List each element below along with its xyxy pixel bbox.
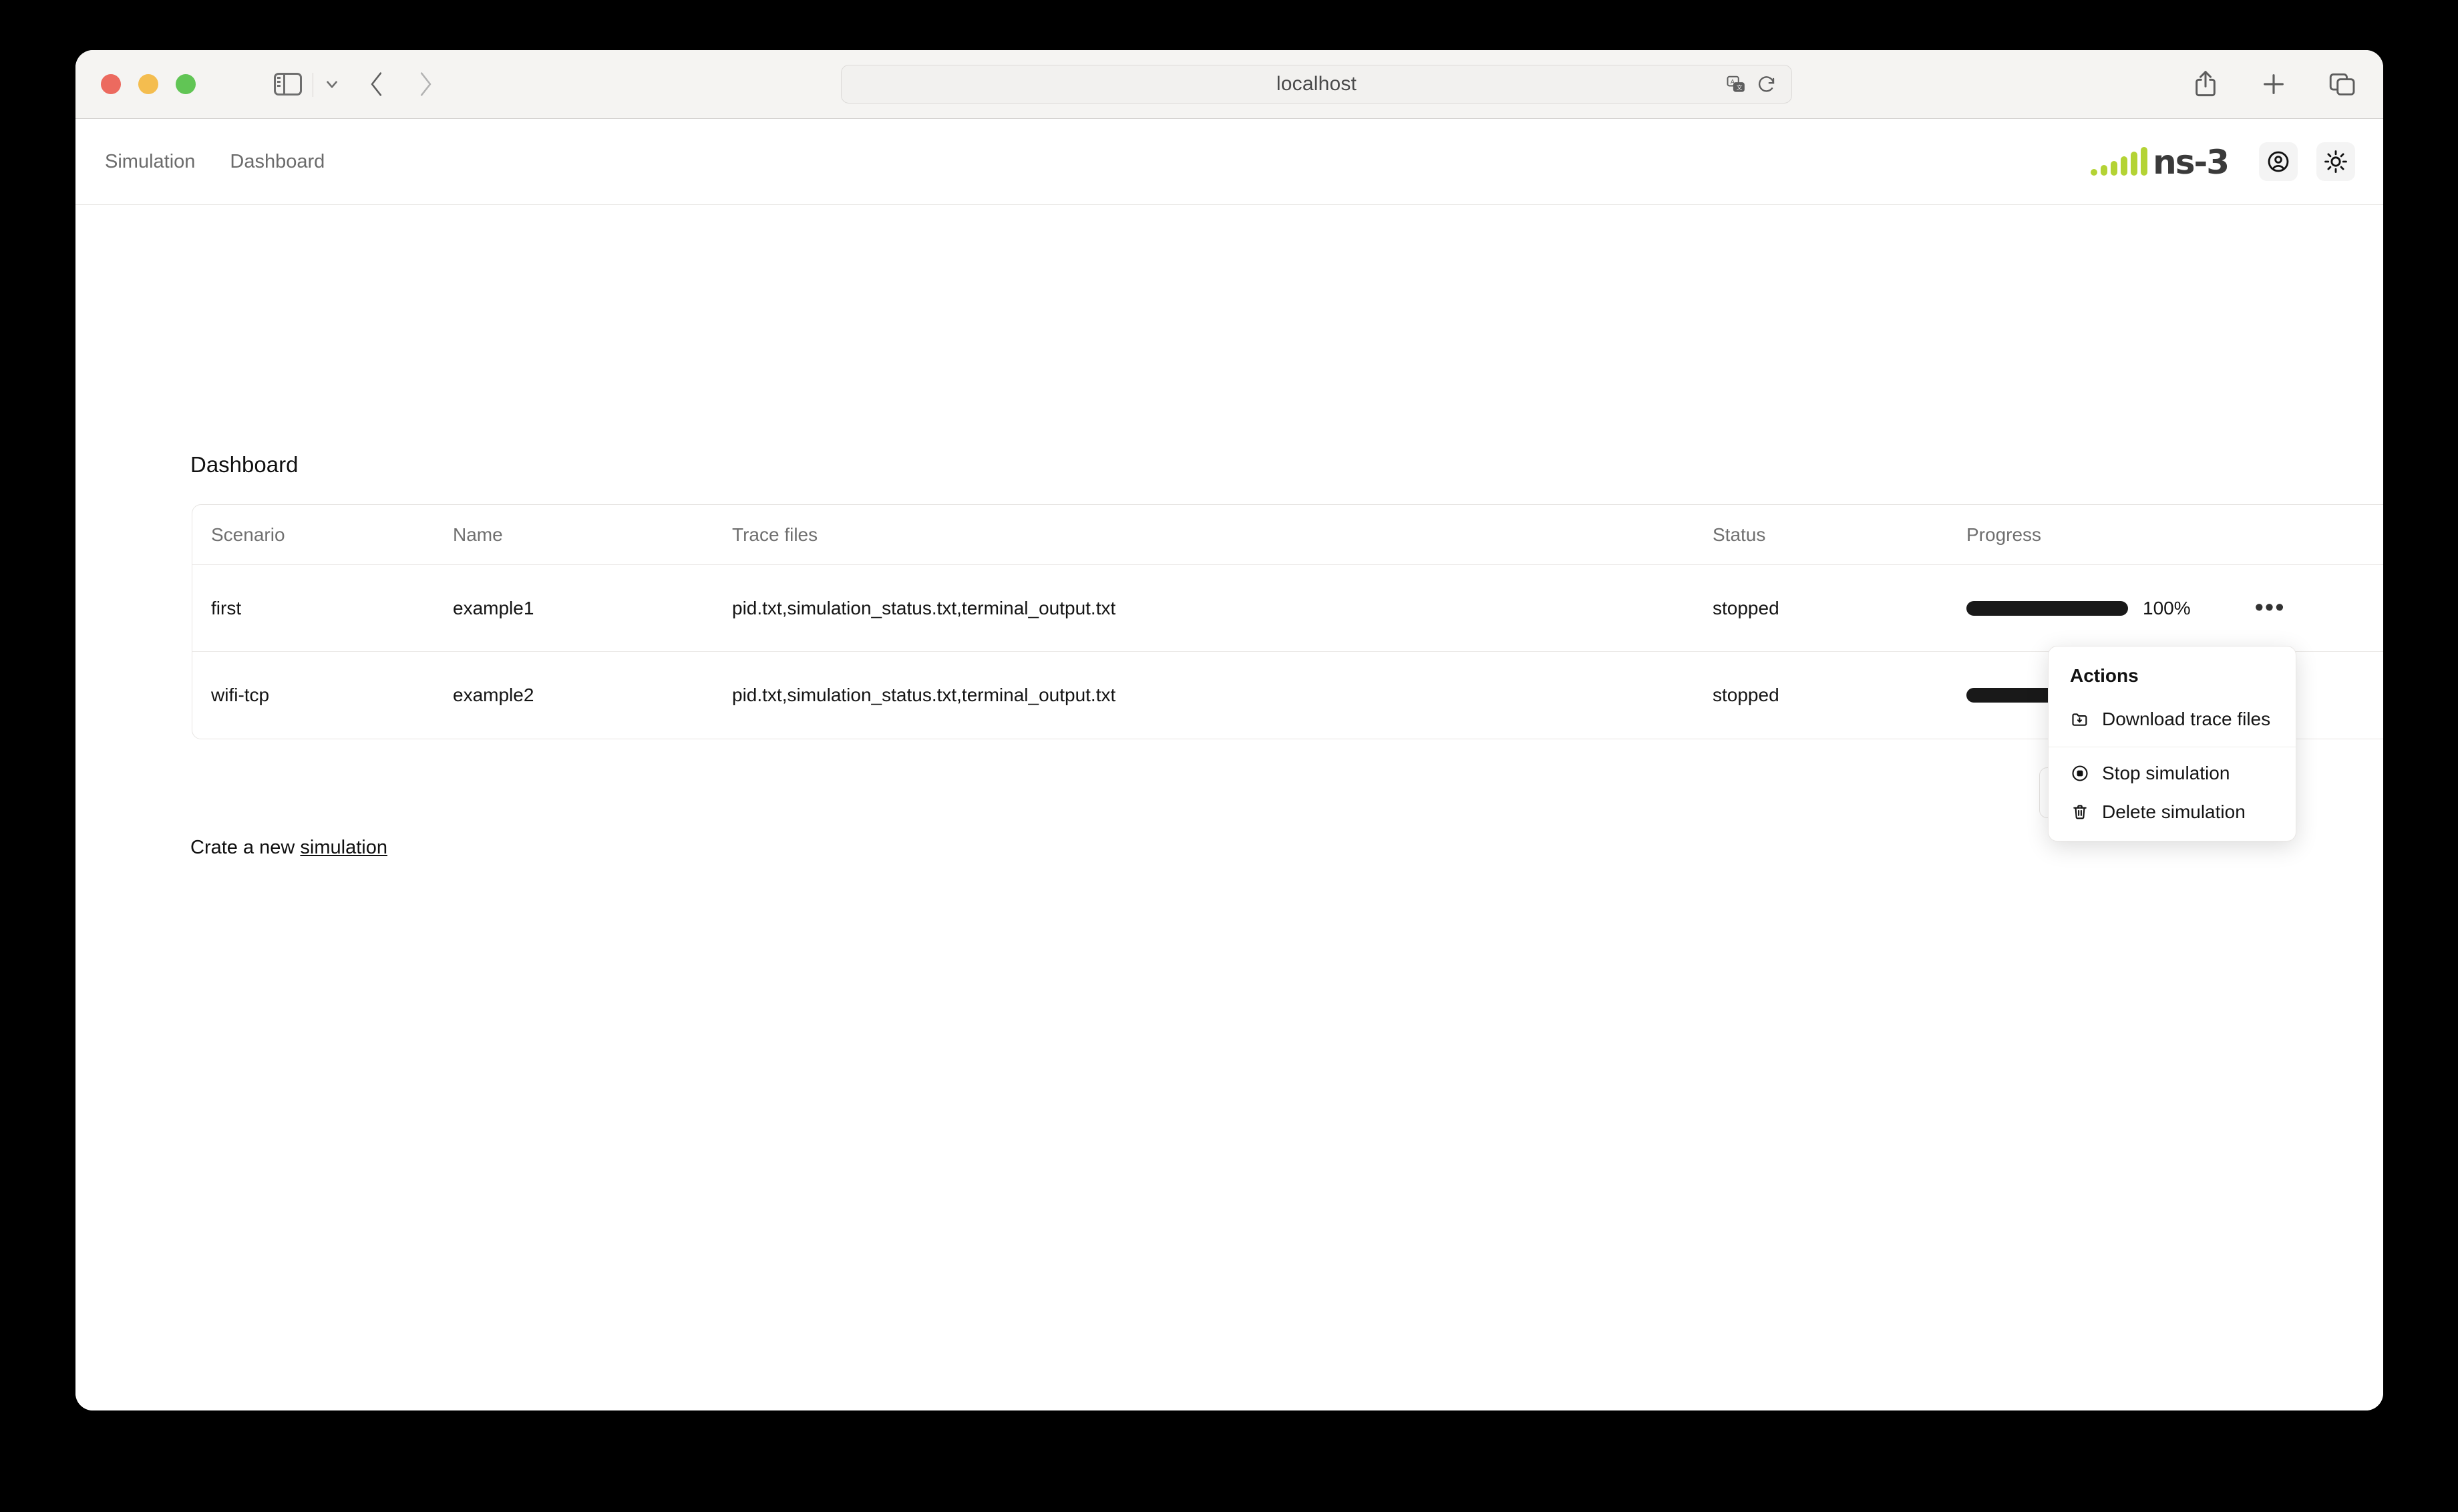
nav-links: Simulation Dashboard [105, 151, 325, 173]
address-bar[interactable]: localhost A 文 [841, 65, 1792, 104]
cell-scenario: wifi-tcp [211, 685, 270, 705]
sun-icon [2324, 150, 2347, 173]
cell-status: stopped [1713, 597, 1779, 618]
actions-menu-title: Actions [2070, 665, 2139, 686]
cell-name: example2 [453, 685, 534, 705]
column-header-name: Name [453, 524, 503, 545]
toolbar-right-actions [2192, 69, 2356, 99]
table-row[interactable]: first example1 pid.txt,simulation_status… [192, 565, 2383, 652]
ns3-logo: ns-3 [2091, 142, 2230, 182]
cell-scenario: first [211, 597, 242, 618]
nav-item-dashboard[interactable]: Dashboard [230, 151, 325, 173]
chevron-down-icon[interactable] [323, 75, 341, 93]
minimize-window-button[interactable] [138, 74, 158, 94]
progress-indicator: 100% [1966, 598, 2191, 619]
progress-bar [1966, 600, 2128, 616]
column-header-scenario: Scenario [211, 524, 285, 545]
folder-download-icon [2070, 709, 2090, 729]
table-header-row: Scenario Name Trace files Status Progres… [192, 505, 2383, 565]
progress-label: 100% [2143, 597, 2191, 618]
cell-name: example1 [453, 597, 534, 618]
nav-item-simulation[interactable]: Simulation [105, 151, 195, 173]
column-header-status: Status [1713, 524, 1766, 545]
share-icon[interactable] [2192, 69, 2219, 99]
create-simulation-link[interactable]: simulation [300, 837, 387, 858]
cell-progress: 100% ••• [1966, 595, 2383, 620]
forward-arrow-icon[interactable] [416, 70, 435, 98]
sidebar-icon[interactable] [274, 73, 302, 96]
address-bar-icons: A 文 [1726, 74, 1777, 94]
stop-circle-icon [2070, 763, 2090, 783]
plus-icon[interactable] [2260, 71, 2287, 98]
app-navbar: Simulation Dashboard ns-3 [75, 119, 2383, 205]
cell-status: stopped [1713, 685, 1779, 705]
close-window-button[interactable] [101, 74, 121, 94]
user-circle-icon [2268, 151, 2289, 172]
translate-icon[interactable]: A 文 [1726, 74, 1746, 94]
actions-menu: Actions Download trace files Stop simula… [2048, 646, 2296, 841]
back-arrow-icon[interactable] [367, 70, 386, 98]
svg-text:文: 文 [1737, 83, 1743, 91]
reload-icon[interactable] [1757, 74, 1777, 94]
page-title: Dashboard [190, 452, 299, 477]
column-header-progress: Progress [1966, 524, 2042, 545]
page-content: Dashboard Scenario Name Trace files Stat… [75, 205, 2383, 1410]
create-simulation-line: Crate a new simulation [190, 837, 387, 859]
cell-trace-files: pid.txt,simulation_status.txt,terminal_o… [732, 685, 1116, 705]
browser-window: localhost A 文 Simulation Dashboard ns-3 … [75, 50, 2383, 1410]
window-controls [101, 74, 196, 94]
menu-item-delete-simulation[interactable]: Delete simulation [2049, 793, 2296, 831]
row-actions-button[interactable]: ••• [2255, 595, 2286, 620]
maximize-window-button[interactable] [176, 74, 196, 94]
brand-text: ns-3 [2153, 142, 2230, 182]
account-button[interactable] [2259, 142, 2298, 181]
menu-item-label: Delete simulation [2102, 801, 2246, 822]
create-simulation-prefix: Crate a new [190, 837, 301, 858]
column-header-trace-files: Trace files [732, 524, 818, 545]
menu-item-download-trace-files[interactable]: Download trace files [2049, 700, 2296, 739]
trash-icon [2070, 802, 2090, 822]
theme-toggle-button[interactable] [2316, 142, 2355, 181]
menu-item-label: Stop simulation [2102, 763, 2230, 783]
tabs-overview-icon[interactable] [2328, 71, 2356, 98]
cell-trace-files: pid.txt,simulation_status.txt,terminal_o… [732, 597, 1116, 618]
url-text: localhost [1276, 73, 1357, 95]
menu-item-stop-simulation[interactable]: Stop simulation [2049, 754, 2296, 793]
browser-toolbar: localhost A 文 [75, 50, 2383, 119]
navbar-right: ns-3 [2091, 142, 2355, 181]
signal-bars-icon [2091, 146, 2148, 177]
menu-item-label: Download trace files [2102, 709, 2271, 729]
